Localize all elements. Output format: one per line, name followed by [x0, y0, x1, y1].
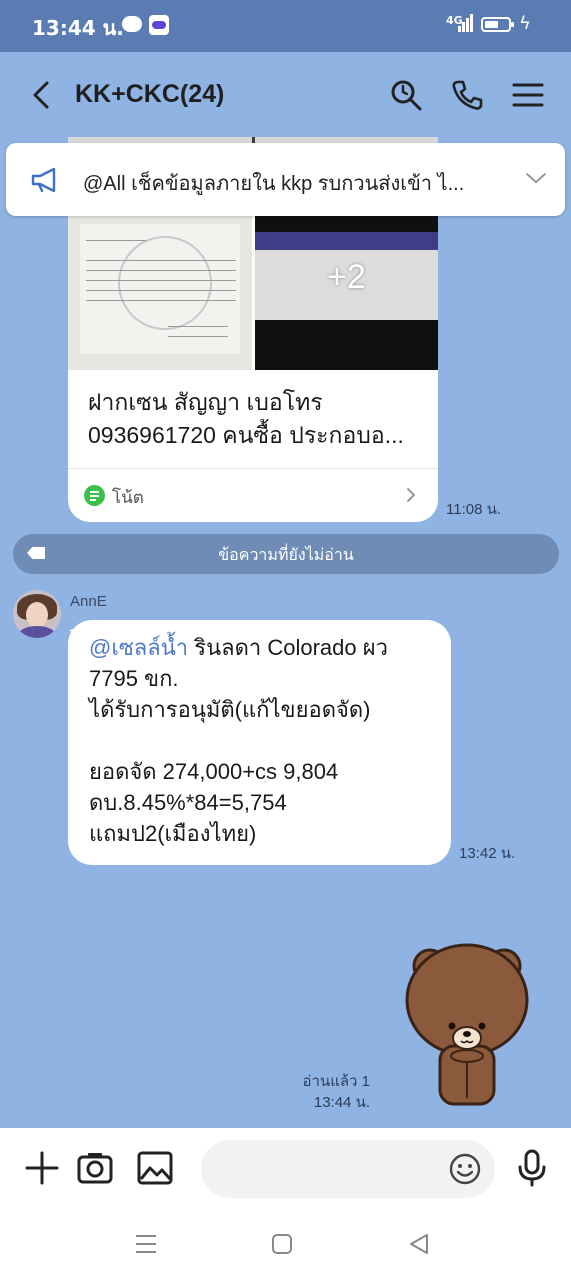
- read-status: อ่านแล้ว 1: [302, 1073, 370, 1090]
- message-line-6: แถมป2(เมืองไทย): [89, 821, 257, 846]
- chevron-right-icon[interactable]: [406, 487, 416, 503]
- battery-level: [485, 21, 498, 28]
- note-line-1: ฝากเซน สัญญา เบอโทร: [88, 389, 323, 415]
- microphone-icon[interactable]: [512, 1148, 552, 1188]
- search-icon[interactable]: [389, 78, 423, 112]
- announcement-text: @All เช็คข้อมูลภายใน kkp รบกวนส่งเข้า ไ.…: [83, 173, 465, 195]
- unread-divider-text: ข้อความที่ยังไม่อ่าน: [218, 545, 354, 564]
- recent-apps-icon[interactable]: [134, 1233, 158, 1255]
- document-stamp: [118, 236, 212, 330]
- line-app-icon: [122, 16, 142, 32]
- note-photo-document[interactable]: [68, 216, 252, 370]
- message-line-3: ได้รับการอนุมัติ(แก้ไขยอดจัด): [89, 697, 371, 722]
- message-line-4: ยอดจัด 274,000+cs 9,804: [89, 759, 339, 784]
- mention-link[interactable]: @เซลล์น้ำ: [89, 635, 188, 660]
- read-receipt: อ่านแล้ว 1 13:44 น.: [290, 1071, 370, 1113]
- message-line-5: ดบ.8.45%*84=5,754: [89, 790, 287, 815]
- emoji-icon[interactable]: [448, 1152, 482, 1186]
- chat-header: KK+CKC(24): [0, 52, 571, 138]
- unread-messages-divider: ข้อความที่ยังไม่อ่าน: [13, 534, 559, 574]
- message-time: 13:42 น.: [459, 845, 516, 862]
- battery-icon: [481, 17, 514, 32]
- home-icon[interactable]: [270, 1233, 294, 1255]
- screenshot-app-bar: [255, 232, 438, 250]
- note-text: ฝากเซน สัญญา เบอโทร 0936961720 คนซื้อ ปร…: [88, 386, 428, 452]
- message-text: @เซลล์น้ำ รินลดา Colorado ผว 7795 ขก. ได…: [89, 632, 439, 849]
- bot-app-icon: [149, 15, 169, 35]
- back-arrow-icon[interactable]: [30, 80, 52, 110]
- image-icon[interactable]: [135, 1148, 175, 1188]
- message-time: 13:44 น.: [313, 1094, 370, 1111]
- menu-icon[interactable]: [511, 78, 545, 112]
- sender-name: AnnE: [70, 593, 107, 610]
- message-line-2: 7795 ขก.: [89, 666, 179, 691]
- brown-bear-sticker[interactable]: [402, 938, 532, 1106]
- message-bubble[interactable]: @เซลล์น้ำ รินลดา Colorado ผว 7795 ขก. ได…: [68, 620, 451, 865]
- status-bar: 13:44 น. 4G ϟ: [0, 0, 571, 52]
- chat-title[interactable]: KK+CKC(24): [75, 80, 224, 109]
- note-label: โน้ต: [112, 488, 144, 508]
- megaphone-icon: [31, 167, 56, 193]
- note-icon: [84, 485, 105, 506]
- more-photos-count: +2: [327, 258, 366, 296]
- plus-icon[interactable]: [22, 1148, 62, 1188]
- note-line-2: 0936961720 คนซื้อ ประกอบอ...: [88, 422, 404, 448]
- note-photo-screenshot[interactable]: +2: [255, 216, 438, 370]
- note-divider: [68, 468, 438, 469]
- camera-icon[interactable]: [75, 1148, 115, 1188]
- avatar[interactable]: [13, 590, 61, 638]
- back-nav-icon[interactable]: [407, 1233, 431, 1255]
- charging-icon: ϟ: [519, 13, 531, 34]
- chevron-down-icon[interactable]: [525, 171, 547, 185]
- message-line-1: รินลดา Colorado ผว: [188, 635, 388, 660]
- note-message-card[interactable]: +2 ฝากเซน สัญญา เบอโทร 0936961720 คนซื้อ…: [68, 216, 438, 522]
- message-input-bar: [0, 1128, 571, 1208]
- signal-icon: [458, 14, 473, 32]
- announcement-banner[interactable]: @All เช็คข้อมูลภายใน kkp รบกวนส่งเข้า ไ.…: [6, 143, 565, 216]
- message-time: 11:08 น.: [446, 501, 502, 518]
- system-nav-bar: [0, 1208, 571, 1280]
- status-time: 13:44 น.: [32, 16, 124, 40]
- phone-icon[interactable]: [450, 78, 484, 112]
